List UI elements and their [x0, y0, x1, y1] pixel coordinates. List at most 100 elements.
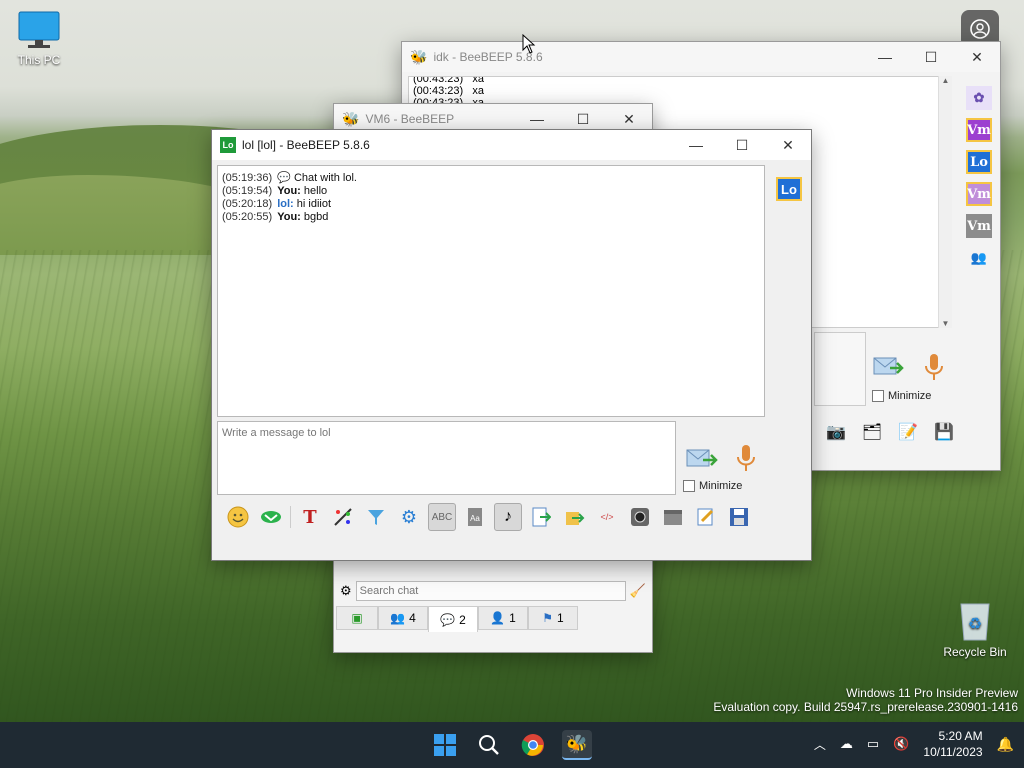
send-icon[interactable]	[685, 446, 719, 475]
start-button[interactable]	[430, 730, 460, 760]
bee-icon: 🐝	[342, 110, 360, 127]
maximize-button[interactable]: ☐	[908, 42, 954, 72]
mouse-cursor-icon	[522, 33, 536, 57]
microphone-icon[interactable]	[734, 443, 758, 478]
network-icon[interactable]: ☁	[840, 736, 853, 752]
desktop-icon-recycle-bin[interactable]: ♻ Recycle Bin	[940, 598, 1010, 659]
users-icon[interactable]: 👥	[966, 246, 992, 270]
tab-count: 4	[409, 611, 416, 625]
edit-icon[interactable]	[692, 503, 720, 531]
beebeep-taskbar-button[interactable]: 🐝	[562, 730, 592, 760]
chat-line: (00:43:23) xa	[413, 85, 484, 97]
chevron-up-icon[interactable]: ︿	[814, 736, 826, 753]
clock-date: 10/11/2023	[923, 745, 983, 759]
window-lol[interactable]: Lo lol [lol] - BeeBEEP 5.8.6 — ☐ ✕ (05:1…	[211, 129, 812, 561]
dictionary-icon[interactable]: Aa	[461, 503, 489, 531]
watermark-line: Evaluation copy. Build 25947.rs_prerelea…	[713, 700, 1018, 714]
close-button[interactable]: ✕	[765, 130, 811, 160]
tab-chat[interactable]: ▣	[336, 606, 378, 630]
chrome-icon	[521, 734, 544, 756]
edit-icon[interactable]: 📝	[894, 418, 922, 446]
chat-icon: ▣	[351, 611, 363, 625]
window-title: VM6 - BeeBEEP	[365, 112, 455, 126]
send-file-icon[interactable]	[560, 503, 588, 531]
tab-groups[interactable]: 👤 1	[478, 606, 528, 630]
minimize-checkbox[interactable]	[872, 390, 884, 403]
minimize-option[interactable]: Minimize	[683, 480, 742, 493]
volume-muted-icon[interactable]: 🔇	[893, 736, 909, 752]
windows-icon	[434, 734, 456, 756]
window-title: lol [lol] - BeeBEEP 5.8.6	[242, 138, 370, 152]
tab-users[interactable]: 👥 4	[378, 606, 428, 630]
settings-icon[interactable]: ⚙	[340, 583, 352, 599]
notification-bell-icon[interactable]: 🔔	[997, 736, 1014, 753]
chat-line: (05:19:54) You: hello	[222, 185, 328, 197]
spellcheck-icon[interactable]: ABC	[428, 503, 456, 531]
user-avatar-list: ✿ Vm Lo Vm Vm 👥	[966, 86, 992, 270]
folder-icon[interactable]: 🗂	[858, 418, 886, 446]
close-button[interactable]: ✕	[954, 42, 1000, 72]
bee-icon: 🐝	[410, 48, 428, 65]
screenshot-icon[interactable]	[626, 503, 654, 531]
microphone-icon[interactable]	[922, 352, 946, 387]
tab-count: 1	[509, 611, 516, 625]
save-icon[interactable]: 💾	[930, 418, 958, 446]
clock[interactable]: 5:20 AM 10/11/2023	[923, 728, 982, 760]
user-avatar[interactable]: Vm	[966, 118, 992, 142]
display-icon[interactable]: ▭	[867, 736, 879, 752]
minimize-option[interactable]: Minimize	[872, 390, 932, 403]
save-icon[interactable]	[725, 503, 753, 531]
broom-icon[interactable]: 🧹	[630, 583, 646, 599]
chat-line: (05:20:55) You: bgbd	[222, 211, 329, 223]
search-input[interactable]	[355, 581, 626, 601]
screenshot-icon[interactable]: 📷	[822, 418, 850, 446]
minimize-button[interactable]: —	[862, 42, 908, 72]
message-input[interactable]	[814, 332, 866, 406]
search-icon	[479, 735, 499, 755]
emoji-icon[interactable]	[224, 503, 252, 531]
clock-time: 5:20 AM	[938, 729, 983, 743]
user-avatar[interactable]: Lo	[966, 150, 992, 174]
tab-count: 2	[459, 612, 466, 627]
app-icon: Lo	[220, 137, 236, 153]
chat-toolbar: T ⚙ ABC Aa ♪ </>	[224, 503, 753, 531]
tab-count: 1	[557, 611, 564, 625]
html-icon[interactable]: </>	[593, 503, 621, 531]
folder-icon[interactable]	[659, 503, 687, 531]
user-avatar[interactable]: Lo	[776, 177, 802, 201]
scrollbar[interactable]: ▲ ▼	[938, 76, 952, 328]
tab-chats[interactable]: 💬 2	[428, 606, 478, 632]
message-input[interactable]: Write a message to lol	[217, 421, 676, 495]
tab-bar: ▣ 👥 4 💬 2 👤 1 ⚑ 1	[336, 606, 578, 632]
filter-icon[interactable]	[362, 503, 390, 531]
watermark-line: Windows 11 Pro Insider Preview	[846, 686, 1018, 700]
search-button[interactable]	[474, 730, 504, 760]
chat-line: (05:20:18) lol: hi idiiot	[222, 198, 332, 210]
minimize-label: Minimize	[888, 390, 932, 402]
desktop: This PC ♻ Recycle Bin 🐝 idk - BeeBEEP 5.…	[0, 0, 1024, 722]
font-icon[interactable]: T	[296, 503, 324, 531]
titlebar[interactable]: Lo lol [lol] - BeeBEEP 5.8.6 — ☐ ✕	[212, 130, 811, 160]
minimize-checkbox[interactable]	[683, 480, 695, 493]
chat-line: (00:43:23) xa	[413, 76, 484, 85]
svg-text:Aa: Aa	[470, 514, 480, 523]
note-icon[interactable]: ♪	[494, 503, 522, 531]
titlebar[interactable]: 🐝 idk - BeeBEEP 5.8.6 — ☐ ✕	[402, 42, 1000, 72]
user-avatar[interactable]: Vm	[966, 214, 992, 238]
monitor-icon	[17, 10, 61, 50]
side-panel: Lo	[769, 165, 809, 498]
settings-icon[interactable]: ⚙	[395, 503, 423, 531]
bee-avatar-icon[interactable]: ✿	[966, 86, 992, 110]
window-title: idk - BeeBEEP 5.8.6	[433, 50, 543, 64]
search-bar: ⚙ 🧹	[336, 578, 650, 604]
desktop-icon-this-pc[interactable]: This PC	[4, 10, 74, 67]
send-icon[interactable]	[872, 354, 904, 383]
color-icon[interactable]	[329, 503, 357, 531]
minimize-button[interactable]: —	[673, 130, 719, 160]
tab-shares[interactable]: ⚑ 1	[528, 606, 578, 630]
export-icon[interactable]	[527, 503, 555, 531]
chrome-button[interactable]	[518, 730, 548, 760]
user-avatar[interactable]: Vm	[966, 182, 992, 206]
maximize-button[interactable]: ☐	[719, 130, 765, 160]
pin-icon[interactable]	[257, 503, 285, 531]
